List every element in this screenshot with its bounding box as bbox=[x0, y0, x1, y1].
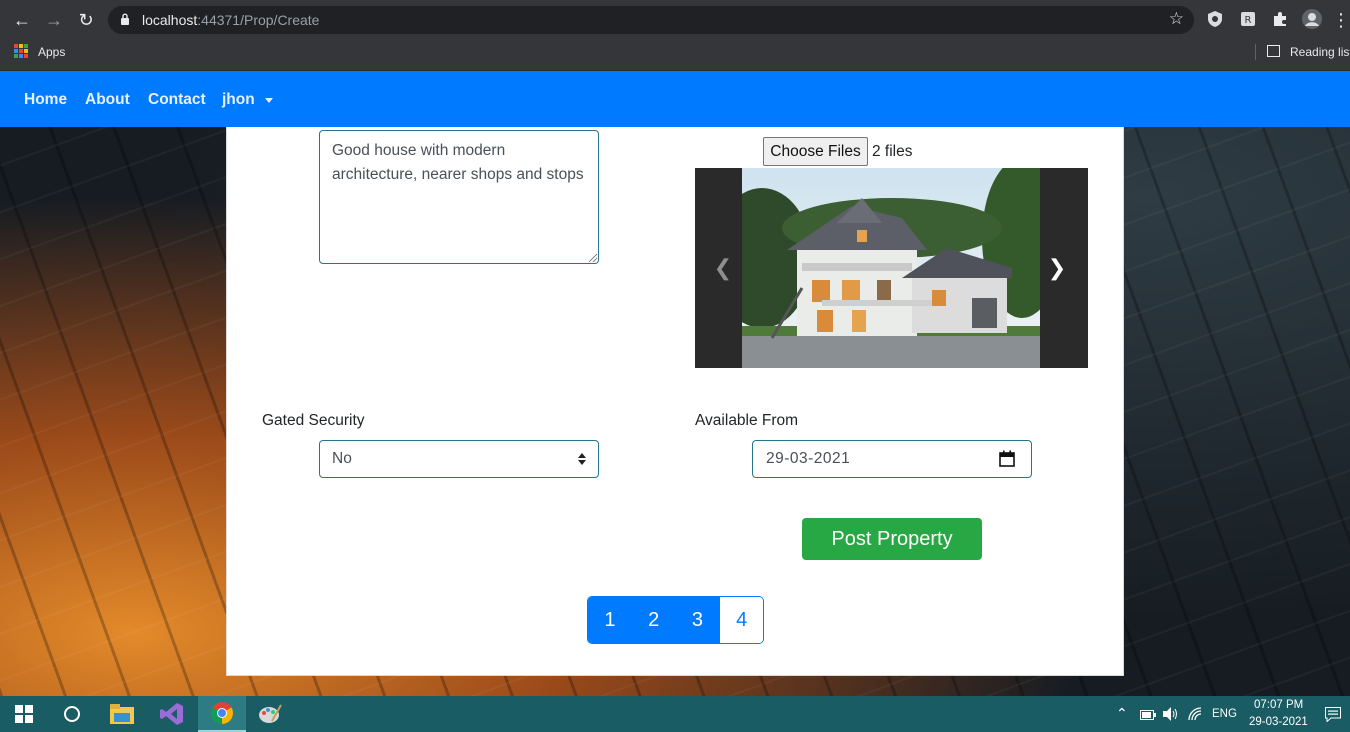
description-textarea[interactable]: Good house with modern architecture, nea… bbox=[319, 130, 599, 264]
shield-extension-icon[interactable] bbox=[1206, 10, 1224, 28]
date-value: 29-03-2021 bbox=[766, 450, 851, 467]
apps-bookmark[interactable]: Apps bbox=[38, 45, 65, 59]
page-link-2[interactable]: 2 bbox=[631, 597, 676, 643]
nav-user-dropdown[interactable]: jhon bbox=[222, 91, 255, 109]
windows-taskbar: ⌃ ENG 07:07 PM 29-03-2021 bbox=[0, 696, 1350, 732]
file-explorer-icon[interactable] bbox=[98, 696, 146, 732]
select-arrows-icon bbox=[578, 453, 586, 465]
puzzle-icon[interactable] bbox=[1271, 10, 1289, 28]
menu-kebab-icon[interactable]: ⋮ bbox=[1332, 8, 1350, 32]
available-from-date-input[interactable]: 29-03-2021 bbox=[752, 440, 1032, 478]
back-arrow-icon[interactable]: ← bbox=[10, 8, 34, 32]
dropdown-caret-icon bbox=[265, 98, 273, 103]
apps-icon[interactable] bbox=[14, 44, 28, 58]
nav-home[interactable]: Home bbox=[24, 91, 67, 109]
tray-chevron-up-icon[interactable]: ⌃ bbox=[1116, 705, 1128, 722]
carousel-prev-icon[interactable]: ❮ bbox=[712, 256, 734, 280]
bookmarks-bar bbox=[0, 40, 1350, 71]
post-property-button[interactable]: Post Property bbox=[802, 518, 982, 560]
language-indicator[interactable]: ENG bbox=[1212, 708, 1237, 720]
bookmark-star-icon[interactable]: ☆ bbox=[1169, 9, 1184, 29]
chrome-icon[interactable] bbox=[198, 696, 246, 732]
resize-grip-icon[interactable] bbox=[589, 254, 597, 262]
browser-toolbar: ← → ↻ localhost:44371/Prop/Create ☆ R ⋮ bbox=[0, 0, 1350, 40]
house-photo bbox=[742, 168, 1040, 368]
page-link-4[interactable]: 4 bbox=[719, 597, 763, 643]
nav-about[interactable]: About bbox=[85, 91, 130, 109]
reload-icon[interactable]: ↻ bbox=[74, 8, 98, 32]
clock-time[interactable]: 07:07 PM bbox=[1254, 699, 1303, 711]
bookmark-divider bbox=[1255, 44, 1256, 60]
page-background: Home About Contact jhon Good house with … bbox=[0, 71, 1350, 696]
site-navbar: Home About Contact jhon bbox=[0, 71, 1350, 127]
calendar-icon[interactable] bbox=[999, 450, 1015, 467]
nav-contact[interactable]: Contact bbox=[148, 91, 206, 109]
svg-text:R: R bbox=[1245, 15, 1252, 26]
battery-icon[interactable] bbox=[1140, 710, 1156, 720]
visual-studio-icon[interactable] bbox=[148, 696, 196, 732]
lock-icon bbox=[121, 13, 129, 25]
url-text: localhost:44371/Prop/Create bbox=[142, 12, 320, 28]
search-circle-icon[interactable] bbox=[48, 696, 96, 732]
clock-date[interactable]: 29-03-2021 bbox=[1249, 716, 1308, 728]
volume-icon[interactable] bbox=[1163, 707, 1179, 721]
page-link-1[interactable]: 1 bbox=[588, 597, 632, 643]
reading-list-icon bbox=[1267, 45, 1280, 57]
image-carousel: ❮ ❯ bbox=[695, 168, 1088, 368]
extension-icon[interactable]: R bbox=[1239, 10, 1257, 28]
pagination: 1 2 3 4 bbox=[587, 596, 764, 644]
paint-icon[interactable] bbox=[246, 696, 294, 732]
carousel-slide-house-image bbox=[742, 168, 1040, 368]
gated-security-value: No bbox=[332, 450, 352, 467]
choose-files-button[interactable]: Choose Files bbox=[763, 137, 868, 166]
wifi-icon[interactable] bbox=[1188, 707, 1204, 721]
gated-security-label: Gated Security bbox=[262, 412, 365, 429]
reading-list-button[interactable]: Reading list bbox=[1290, 45, 1350, 59]
notification-center-icon[interactable] bbox=[1325, 707, 1341, 722]
carousel-next-icon[interactable]: ❯ bbox=[1046, 256, 1068, 280]
file-count-text: 2 files bbox=[872, 143, 913, 160]
profile-avatar[interactable] bbox=[1302, 9, 1322, 29]
page-link-3[interactable]: 3 bbox=[675, 597, 720, 643]
property-form-card: Good house with modern architecture, nea… bbox=[226, 121, 1124, 676]
forward-arrow-icon[interactable]: → bbox=[42, 8, 66, 32]
gated-security-select[interactable]: No bbox=[319, 440, 599, 478]
address-bar[interactable]: localhost:44371/Prop/Create ☆ bbox=[108, 6, 1194, 34]
windows-start-icon[interactable] bbox=[0, 696, 48, 732]
available-from-label: Available From bbox=[695, 412, 799, 429]
